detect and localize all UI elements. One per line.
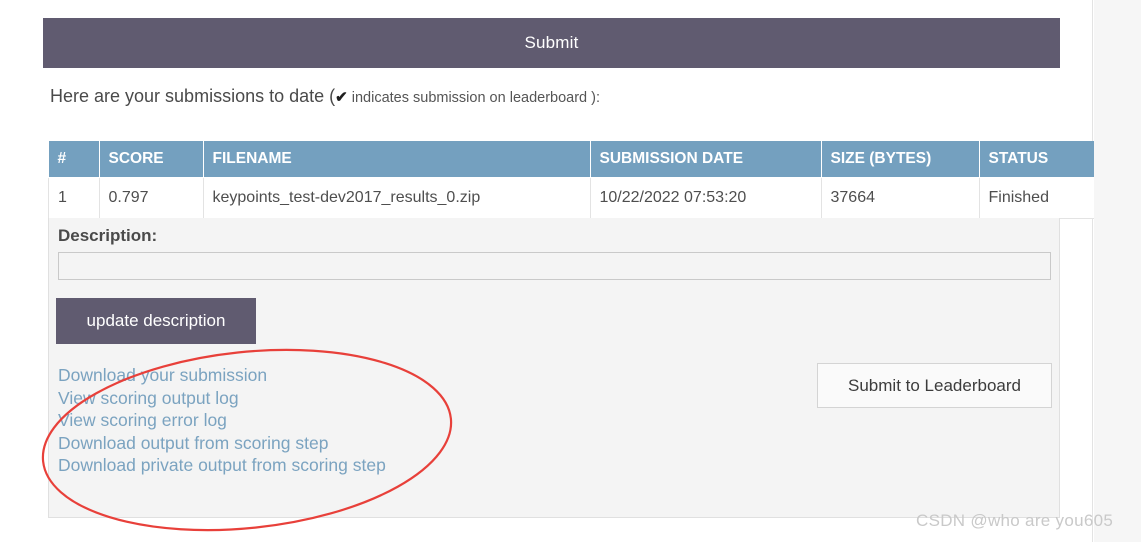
- cell-score: 0.797: [98, 177, 204, 219]
- link-download-output-from-scoring-step[interactable]: Download output from scoring step: [58, 432, 578, 455]
- table-header-row: # SCORE FILENAME SUBMISSION DATE SIZE (B…: [48, 141, 1141, 178]
- table-body: 1 0.797 keypoints_test-dev2017_results_0…: [48, 177, 1141, 219]
- checkmark-icon: ✔: [335, 89, 348, 106]
- page-container: Submit Here are your submissions to date…: [0, 0, 1141, 542]
- submit-button[interactable]: Submit: [43, 18, 1060, 68]
- cell-submission-date: 10/22/2022 07:53:20: [589, 177, 822, 219]
- submissions-intro-text: Here are your submissions to date (✔ ind…: [50, 86, 600, 107]
- cell-filename: keypoints_test-dev2017_results_0.zip: [202, 177, 591, 219]
- description-input[interactable]: [58, 252, 1051, 280]
- update-description-button[interactable]: update description: [56, 298, 256, 344]
- description-label: Description:: [58, 226, 158, 245]
- watermark-text: CSDN @who are you605: [916, 511, 1114, 530]
- column-header-score[interactable]: SCORE: [99, 141, 204, 178]
- link-view-scoring-error-log[interactable]: View scoring error log: [58, 409, 578, 432]
- cell-index: 1: [48, 177, 100, 219]
- cell-status: Finished: [978, 177, 1098, 219]
- page-outer-gutter: [1094, 0, 1141, 542]
- table-row[interactable]: 1 0.797 keypoints_test-dev2017_results_0…: [48, 177, 1141, 219]
- link-view-scoring-output-log[interactable]: View scoring output log: [58, 387, 578, 410]
- submissions-table: # SCORE FILENAME SUBMISSION DATE SIZE (B…: [48, 141, 1141, 219]
- column-header-index[interactable]: #: [48, 141, 100, 178]
- intro-prefix: Here are your submissions to date (: [50, 86, 336, 106]
- column-header-status[interactable]: STATUS: [979, 141, 1098, 178]
- submission-links-list: Download your submission View scoring ou…: [58, 364, 578, 477]
- submissions-table-wrapper: # SCORE FILENAME SUBMISSION DATE SIZE (B…: [48, 141, 1141, 219]
- column-header-submission-date[interactable]: SUBMISSION DATE: [590, 141, 822, 178]
- submission-detail-panel: Description: update description Download…: [48, 218, 1060, 518]
- column-header-filename[interactable]: FILENAME: [203, 141, 591, 178]
- cell-size: 37664: [820, 177, 980, 219]
- submit-to-leaderboard-button[interactable]: Submit to Leaderboard: [817, 363, 1052, 408]
- column-header-size[interactable]: SIZE (BYTES): [821, 141, 980, 178]
- intro-suffix: indicates submission on leaderboard ):: [347, 90, 600, 106]
- link-download-your-submission[interactable]: Download your submission: [58, 364, 578, 387]
- table-head: # SCORE FILENAME SUBMISSION DATE SIZE (B…: [48, 141, 1141, 178]
- link-download-private-output-from-scoring-step[interactable]: Download private output from scoring ste…: [58, 454, 578, 477]
